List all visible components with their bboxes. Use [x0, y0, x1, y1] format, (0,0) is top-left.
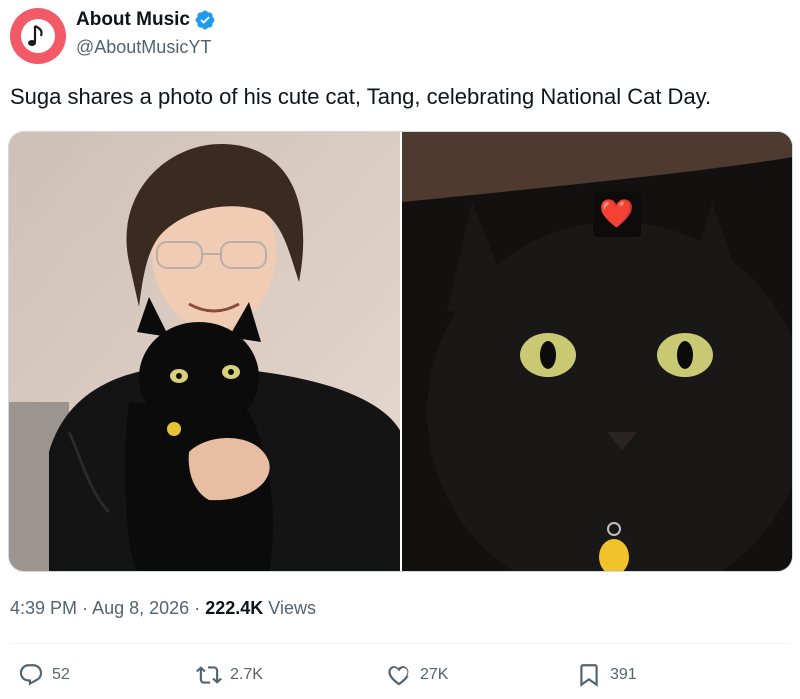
retweet-icon [196, 666, 222, 684]
views-label: Views [268, 598, 316, 618]
music-note-icon [21, 19, 55, 53]
tweet: About Music @AboutMusicYT Suga shares a … [0, 0, 800, 699]
reply-count: 52 [52, 666, 70, 683]
heart-icon [388, 666, 409, 686]
tweet-meta: 4:39 PM · Aug 8, 2026 · 222.4K Views [10, 598, 316, 619]
retweet-count: 2.7K [230, 666, 263, 683]
author-info: About Music @AboutMusicYT [76, 8, 216, 58]
photo-black-cat-closeup-image [402, 132, 792, 571]
avatar[interactable] [10, 8, 66, 64]
divider [10, 643, 790, 644]
retweet-button[interactable]: 2.7K [196, 662, 263, 688]
media-grid: ❤️ [8, 131, 793, 572]
tweet-date[interactable]: Aug 8, 2026 [92, 598, 189, 618]
bookmark-icon [580, 664, 598, 687]
heart-emoji-overlay: ❤️ [599, 197, 634, 230]
bookmark-count: 391 [610, 666, 637, 683]
photo-man-with-black-cat-image [9, 132, 400, 571]
photo-man-with-cat[interactable] [9, 132, 400, 571]
like-count: 27K [420, 666, 449, 683]
author-name[interactable]: About Music [76, 9, 190, 31]
tweet-time[interactable]: 4:39 PM [10, 598, 77, 618]
meta-separator: · [194, 598, 201, 618]
like-button[interactable]: 27K [386, 662, 448, 688]
meta-separator: · [82, 598, 89, 618]
action-bar: 52 2.7K 27K 391 [0, 662, 800, 694]
tweet-text: Suga shares a photo of his cute cat, Tan… [10, 84, 712, 109]
verified-badge-icon [195, 10, 215, 30]
bookmark-button[interactable]: 391 [576, 662, 637, 688]
author-handle[interactable]: @AboutMusicYT [76, 37, 216, 58]
reply-icon [19, 664, 43, 686]
reply-button[interactable]: 52 [18, 662, 70, 688]
photo-cat-closeup[interactable]: ❤️ [402, 132, 792, 571]
views-count: 222.4K [205, 598, 264, 618]
